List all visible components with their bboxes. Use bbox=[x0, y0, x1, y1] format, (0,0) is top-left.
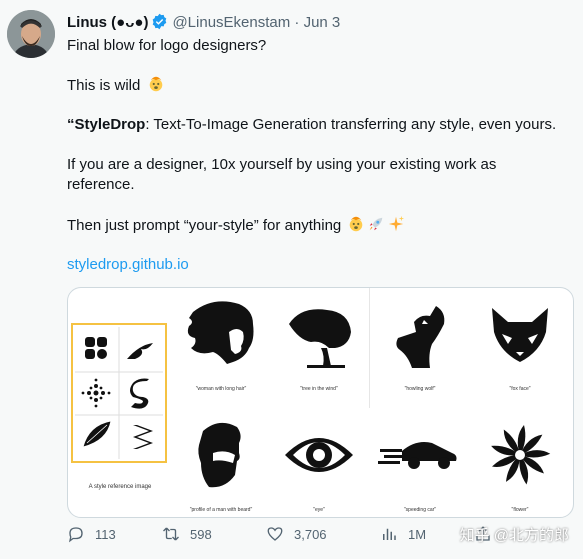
woman-long-hair-icon bbox=[187, 301, 254, 364]
caption-fox: "fox face" bbox=[509, 386, 531, 392]
caption-tree: "tree in the wind" bbox=[300, 386, 338, 392]
retweet-button[interactable]: 598 bbox=[162, 525, 212, 543]
author-name[interactable]: Linus (●ᴗ●) bbox=[67, 14, 148, 31]
styledrop-link[interactable]: styledrop.github.io bbox=[67, 255, 189, 275]
tweet-line-5: Then just prompt “your-style” for anythi… bbox=[67, 215, 405, 239]
media-divider bbox=[369, 288, 370, 408]
ref-caption: A style reference image bbox=[88, 484, 152, 490]
reply-button[interactable]: 113 bbox=[67, 525, 116, 543]
tweet-line-3-rest: : Text-To-Image Generation transferring … bbox=[145, 116, 557, 133]
generated-speeding-car: "speeding car" bbox=[372, 413, 468, 513]
caption-car: "speeding car" bbox=[403, 507, 437, 513]
tweet-line-3: “StyleDrop: Text-To-Image Generation tra… bbox=[67, 115, 556, 135]
watermark: 知乎 @北方的郎 bbox=[459, 527, 569, 544]
reply-count: 113 bbox=[95, 526, 116, 542]
generated-eye: "eye" bbox=[271, 413, 367, 513]
header-separator: · bbox=[294, 14, 300, 31]
avatar-image bbox=[7, 10, 55, 58]
tweet-line-4a: If you are a designer, 10x yourself by u… bbox=[67, 156, 497, 173]
sparkles-icon bbox=[387, 215, 405, 239]
tweet-line-1: Final blow for logo designers? bbox=[67, 37, 267, 54]
generated-howling-wolf: "howling wolf" bbox=[372, 292, 468, 392]
style-reference-box bbox=[71, 323, 167, 463]
generated-flower: "flower" bbox=[472, 413, 568, 513]
caption-flower: "flower" bbox=[511, 507, 529, 513]
analytics-icon bbox=[383, 528, 396, 540]
tweet-date[interactable]: Jun 3 bbox=[304, 14, 341, 31]
media-card[interactable]: A style reference image "woman with long… bbox=[67, 287, 574, 518]
flower-icon bbox=[491, 425, 551, 485]
like-count: 3,706 bbox=[294, 526, 327, 542]
verified-badge-icon bbox=[151, 13, 168, 36]
generated-woman-long-hair: "woman with long hair" bbox=[173, 292, 269, 392]
views-count: 1M bbox=[408, 526, 427, 542]
tweet-line-2-text: This is wild bbox=[67, 77, 141, 94]
rocket-icon bbox=[367, 215, 385, 239]
generated-tree-in-wind: "tree in the wind" bbox=[271, 292, 367, 392]
fox-face-icon bbox=[492, 308, 548, 362]
caption-wolf: "howling wolf" bbox=[404, 386, 436, 392]
avatar[interactable] bbox=[7, 10, 55, 58]
author-handle[interactable]: @LinusEkenstam bbox=[172, 14, 290, 31]
generated-man-with-beard: "profile of a man with beard" bbox=[173, 413, 269, 513]
tweet-header: Linus (●ᴗ●) @LinusEkenstam · Jun 3 bbox=[67, 13, 340, 36]
caption-eye: "eye" bbox=[313, 507, 325, 513]
views-button[interactable]: 1M bbox=[380, 525, 426, 543]
howling-wolf-icon bbox=[396, 306, 445, 368]
style-reference-glyphs bbox=[75, 327, 163, 459]
like-button[interactable]: 3,706 bbox=[266, 525, 327, 543]
caption-woman: "woman with long hair" bbox=[195, 386, 247, 392]
tree-in-wind-icon bbox=[289, 309, 351, 368]
tweet-line-4b: reference. bbox=[67, 176, 135, 193]
tweet-line-2: This is wild bbox=[67, 75, 165, 99]
styledrop-title: “StyleDrop bbox=[67, 116, 146, 133]
eye-icon bbox=[285, 438, 353, 472]
retweet-count: 598 bbox=[190, 526, 212, 542]
exploding-head-icon bbox=[147, 75, 165, 99]
reply-icon bbox=[68, 527, 83, 543]
exploding-head-icon bbox=[347, 215, 365, 239]
tweet-line-5-text: Then just prompt “your-style” for anythi… bbox=[67, 217, 342, 234]
retweet-icon bbox=[163, 527, 179, 541]
generated-fox-face: "fox face" bbox=[472, 292, 568, 392]
man-with-beard-icon bbox=[198, 422, 241, 488]
speeding-car-icon bbox=[378, 442, 457, 469]
heart-icon bbox=[267, 527, 283, 541]
caption-man: "profile of a man with beard" bbox=[189, 507, 253, 513]
